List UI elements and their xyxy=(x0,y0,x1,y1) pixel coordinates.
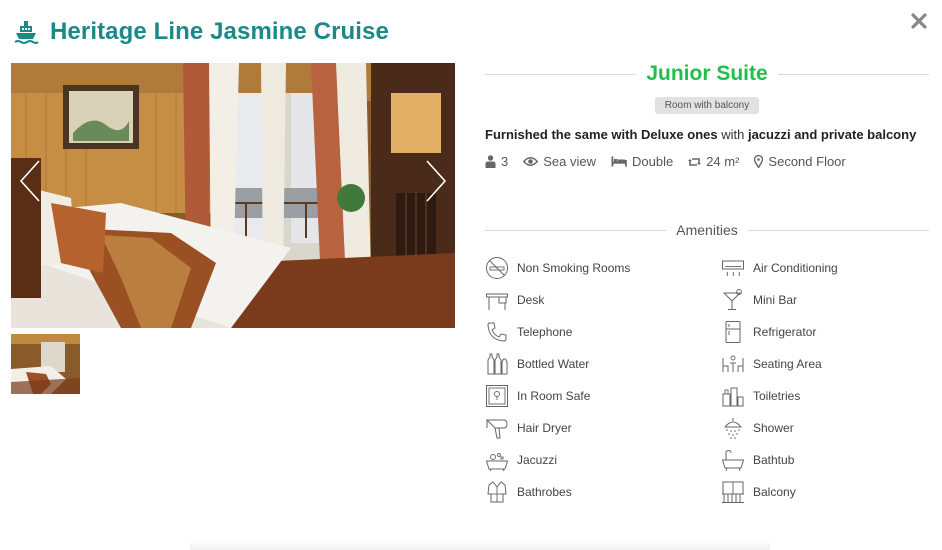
gallery-thumbnail[interactable] xyxy=(11,334,80,394)
amenity-label: Balcony xyxy=(753,485,796,499)
amenity-label: Bathrobes xyxy=(517,485,572,499)
safe-icon xyxy=(485,384,509,408)
close-button[interactable] xyxy=(908,10,930,32)
amenity-label: Toiletries xyxy=(753,389,801,403)
gallery-prev-button[interactable] xyxy=(17,159,43,203)
water-bottle-icon xyxy=(485,352,509,376)
bathtub-icon xyxy=(721,448,745,472)
footer-shadow xyxy=(190,540,770,550)
fact-view: Sea view xyxy=(523,154,596,169)
room-title-row: Junior Suite xyxy=(485,60,930,88)
resize-icon xyxy=(688,157,702,166)
eye-icon xyxy=(523,157,539,166)
description-text: with xyxy=(717,127,748,142)
fact-label: 3 xyxy=(501,154,509,169)
amenity-label: Bottled Water xyxy=(517,357,590,371)
amenity-desk: Desk xyxy=(485,286,544,314)
amenity-non-smoking: Non Smoking Rooms xyxy=(485,254,630,282)
amenity-label: Refrigerator xyxy=(753,325,817,339)
fact-size: 24 m² xyxy=(688,154,739,169)
bed-icon xyxy=(611,156,627,167)
fact-label: Second Floor xyxy=(768,154,846,169)
bathrobe-icon xyxy=(485,480,509,504)
seating-icon xyxy=(721,352,745,376)
fact-label: Double xyxy=(631,154,674,169)
amenity-bottled-water: Bottled Water xyxy=(485,350,589,378)
amenity-air-conditioning: Air Conditioning xyxy=(721,254,838,282)
divider xyxy=(485,73,637,75)
amenity-label: Non Smoking Rooms xyxy=(517,261,631,275)
amenity-label: Mini Bar xyxy=(753,293,798,307)
gallery-next-button[interactable] xyxy=(423,159,449,203)
shower-icon xyxy=(721,416,745,440)
amenities-title: Amenities xyxy=(676,222,738,238)
room-description: Furnished the same with Deluxe ones with… xyxy=(485,124,929,146)
divider xyxy=(747,229,929,231)
room-type-badge: Room with balcony xyxy=(654,97,760,114)
hair-dryer-icon xyxy=(485,416,509,440)
divider xyxy=(485,229,667,231)
fact-label: Sea view xyxy=(543,154,596,169)
map-marker-icon xyxy=(754,155,764,168)
amenity-label: Seating Area xyxy=(753,357,822,371)
ship-icon xyxy=(12,18,40,46)
amenity-label: In Room Safe xyxy=(517,389,591,403)
amenity-mini-bar: Mini Bar xyxy=(721,286,797,314)
modal-header: Heritage Line Jasmine Cruise xyxy=(12,14,389,50)
amenity-jacuzzi: Jacuzzi xyxy=(485,446,557,474)
description-bold-2: jacuzzi and private balcony xyxy=(747,127,917,142)
room-details: Junior Suite Room with balcony Furnished… xyxy=(485,60,930,503)
room-photo-gallery[interactable] xyxy=(11,63,455,328)
no-smoking-icon xyxy=(485,256,509,280)
amenity-refrigerator: Refrigerator xyxy=(721,318,816,346)
amenity-bathtub: Bathtub xyxy=(721,446,794,474)
fact-location: Second Floor xyxy=(754,154,846,169)
room-name: Junior Suite xyxy=(646,62,768,85)
amenity-label: Shower xyxy=(753,421,794,435)
telephone-icon xyxy=(485,320,509,344)
amenity-shower: Shower xyxy=(721,414,794,442)
air-conditioner-icon xyxy=(721,256,745,280)
page-title: Heritage Line Jasmine Cruise xyxy=(50,18,389,45)
description-bold-1: Furnished the same with Deluxe ones xyxy=(485,127,718,142)
cocktail-icon xyxy=(721,288,745,312)
amenity-label: Hair Dryer xyxy=(517,421,572,435)
amenity-label: Jacuzzi xyxy=(517,453,558,467)
amenity-label: Air Conditioning xyxy=(753,261,838,275)
person-icon xyxy=(485,155,496,168)
divider xyxy=(777,73,930,75)
refrigerator-icon xyxy=(721,320,745,344)
chevron-right-icon xyxy=(426,160,447,202)
fact-occupancy: 3 xyxy=(485,154,508,169)
amenity-in-room-safe: In Room Safe xyxy=(485,382,590,410)
chevron-left-icon xyxy=(19,160,40,202)
fact-bed: Double xyxy=(611,154,673,169)
amenity-label: Bathtub xyxy=(753,453,795,467)
room-facts: 3 Sea view Double 24 m² Second Floor xyxy=(485,154,929,169)
fact-label: 24 m² xyxy=(706,154,740,169)
amenity-bathrobes: Bathrobes xyxy=(485,478,572,506)
room-photo xyxy=(11,63,455,328)
amenity-label: Telephone xyxy=(517,325,573,339)
balcony-icon xyxy=(721,480,745,504)
amenity-seating-area: Seating Area xyxy=(721,350,822,378)
amenity-hair-dryer: Hair Dryer xyxy=(485,414,572,442)
amenity-balcony: Balcony xyxy=(721,478,796,506)
amenity-label: Desk xyxy=(517,293,545,307)
amenity-toiletries: Toiletries xyxy=(721,382,800,410)
close-icon xyxy=(911,13,927,29)
thumbnail-image xyxy=(11,334,80,394)
amenity-telephone: Telephone xyxy=(485,318,572,346)
amenities-heading-row: Amenities xyxy=(485,220,929,240)
desk-icon xyxy=(485,288,509,312)
toiletries-icon xyxy=(721,384,745,408)
jacuzzi-icon xyxy=(485,448,509,472)
